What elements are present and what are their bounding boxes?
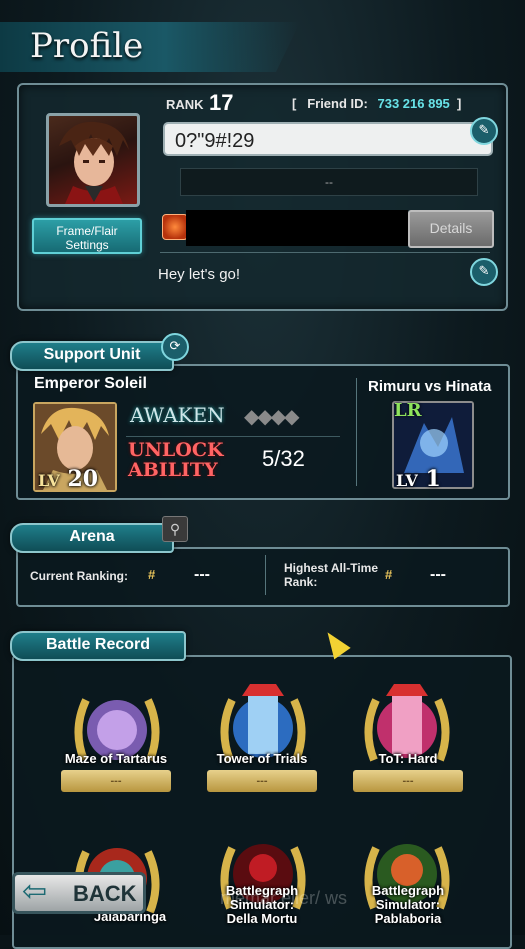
page-title: Profile [30,26,144,66]
divider [160,252,490,253]
unit-name: Emperor Soleil [34,375,147,392]
frame-flair-settings-button[interactable]: Frame/Flair Settings [32,218,142,254]
arena-tab: Arena [10,523,174,553]
awaken-divider [126,436,340,437]
awaken-star-icon: ◆ [270,406,286,428]
battle-record-ribbon: --- [207,770,317,792]
refresh-support-button[interactable]: ⟳ [161,333,189,361]
refresh-icon: ⟳ [169,338,181,353]
awaken-star-icon: ◆ [244,406,259,428]
edit-icon: ✎ [478,122,490,137]
current-ranking-label: Current Ranking: [30,569,129,583]
battle-record-label: ToT: Hard [378,751,438,766]
highest-rank-label: Highest All-Time Rank: [284,561,378,589]
awaken-label: AWAKEN [130,403,225,427]
battle-record-label: Battlegraph Simulator: Pablaboria [338,884,478,926]
coin-icon: # [148,567,156,582]
emblem-icon [162,214,188,240]
friend-id-value: 733 216 895 [377,96,450,111]
coin-icon: # [385,567,393,582]
highest-rank-line-2: Rank: [284,575,318,589]
highest-rank-line-1: Highest All-Time [284,561,379,575]
back-arrow-icon: ⇦ [22,875,48,908]
support-unit-tab: Support Unit [10,341,174,371]
battle-record-label: Maze of Tartarus [64,751,168,766]
profile-comment: Hey let's go! [158,266,241,283]
friend-id: [ Friend ID: 733 216 895 ] [292,96,461,111]
avatar[interactable] [46,113,140,207]
awaken-star-icon: ◆ [257,406,272,428]
battle-record-label-line-1: Battlegraph Simulator: [371,883,445,912]
friend-id-label: Friend ID: [307,96,368,111]
search-icon: ⚲ [169,521,181,537]
vision-level: LV 1 [396,466,441,492]
rank-label: RANK [166,97,204,112]
battle-record-label: Tower of Trials [216,751,308,766]
battle-record-ribbon: --- [353,770,463,792]
player-name-field: 0?"9#!29 [163,122,493,156]
unit-level: LV 20 [38,466,98,492]
bracket-close: ] [453,96,462,111]
awaken-stars: ◆◆◆◆ [244,404,300,429]
current-ranking-value: --- [194,566,210,583]
battle-record-ribbon: --- [61,770,171,792]
battle-record-tab: Battle Record [10,631,186,661]
edit-icon: ✎ [478,263,490,278]
arena-search-button[interactable]: ⚲ [162,516,188,542]
avatar-portrait [59,121,129,204]
bracket-open: [ [292,96,304,111]
highest-rank-value: --- [430,566,446,583]
battle-record-label-line-2: Della Mortu [226,911,298,926]
flair-bar [186,210,408,246]
vision-level-label: LV [396,471,418,490]
details-button[interactable]: Details [408,210,494,248]
vision-name: Rimuru vs Hinata [368,378,492,395]
rank-value: 17 [209,90,234,115]
ability-progress: 5/32 [262,446,305,471]
battle-record-label-line-2: Pablaboria [374,911,442,926]
edit-comment-button[interactable]: ✎ [470,258,498,286]
unlock-ability-label: UNLOCK ABILITY [128,440,223,480]
watermark: memar eller/ ws [220,888,348,908]
awaken-star-icon: ◆ [284,406,299,428]
vision-rarity: LR [394,400,422,421]
edit-name-button[interactable]: ✎ [470,117,498,145]
unlock-line-1: UNLOCK [128,439,224,461]
unit-level-label: LV [38,471,60,490]
unit-vision-divider [356,378,357,486]
unit-level-value: 20 [67,466,99,492]
vision-level-value: 1 [425,466,441,492]
unlock-line-2: ABILITY [128,459,218,481]
arena-divider [265,555,266,595]
guild-field: -- [180,168,478,196]
